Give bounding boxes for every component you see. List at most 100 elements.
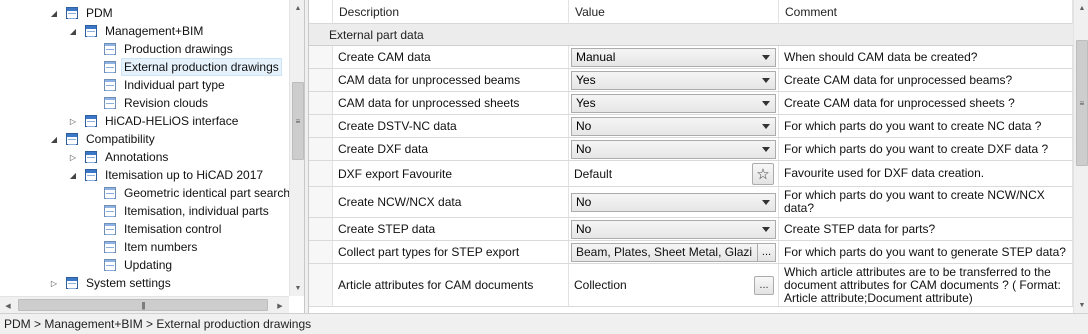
scroll-left-arrow-icon[interactable]: ◀ [0,297,16,313]
ellipsis-button[interactable]: ... [754,275,774,295]
tree-item[interactable]: Itemisation control [87,220,223,238]
collapse-arrow-icon[interactable]: ◢ [68,26,78,36]
row-stub [309,264,333,306]
column-header-comment[interactable]: Comment [779,0,1073,24]
property-value-cell[interactable]: Yes [569,92,779,114]
scrollbar-thumb[interactable]: ||| [18,299,268,311]
dropdown-selected-value: No [576,222,592,236]
tree-item[interactable]: ◢ Compatibility [49,130,157,148]
property-comment: Create CAM data for unprocessed beams? [779,69,1073,91]
property-row[interactable]: CAM data for unprocessed sheets Yes Create… [309,92,1073,115]
property-description: CAM data for unprocessed sheets [333,92,569,114]
row-stub [309,161,333,186]
value-dropdown[interactable]: Yes [571,70,776,90]
tree-item[interactable]: Production drawings [87,40,235,58]
tree-item-label: External production drawings [121,58,282,76]
property-row[interactable]: Create DXF data No For which parts do you … [309,138,1073,161]
dropdown-arrow-icon[interactable] [762,123,770,129]
dropdown-arrow-icon[interactable] [762,226,770,232]
scroll-up-arrow-icon[interactable]: ▲ [290,0,304,16]
grid-icon [104,61,116,73]
value-dropdown[interactable]: No [571,192,776,212]
property-comment: Which article attributes are to be trans… [779,264,1073,306]
table-icon [85,169,97,181]
group-header-external-part-data[interactable]: External part data [309,24,1073,46]
property-value-cell[interactable]: Beam, Plates, Sheet Metal, Glazi... [569,241,779,263]
tree-item[interactable]: ▷ System settings [49,274,173,292]
property-description: CAM data for unprocessed beams [333,69,569,91]
scroll-up-arrow-icon[interactable]: ▲ [1074,0,1088,16]
ellipsis-button[interactable]: ... [757,243,775,261]
dropdown-arrow-icon[interactable] [762,146,770,152]
row-stub [309,115,333,137]
tree-item-label: PDM [86,6,113,20]
table-icon [66,7,78,19]
tree-item[interactable]: Revision clouds [87,94,210,112]
scroll-right-arrow-icon[interactable]: ▶ [272,297,288,313]
property-value-cell[interactable]: No [569,138,779,160]
collapse-arrow-icon[interactable]: ◢ [49,8,59,18]
value-dropdown[interactable]: No [571,139,776,159]
dropdown-arrow-icon[interactable] [762,100,770,106]
grid-icon [104,187,116,199]
column-header-value[interactable]: Value [569,0,779,24]
property-row[interactable]: Collect part types for STEP export Beam, … [309,241,1073,264]
property-row[interactable]: Create STEP data No Create STEP data for p… [309,218,1073,241]
value-dropdown[interactable]: Yes [571,93,776,113]
property-value-cell[interactable]: No [569,187,779,217]
tree-horizontal-scrollbar[interactable]: ◀ ||| ▶ [0,296,289,313]
scroll-down-arrow-icon[interactable]: ▼ [1074,297,1088,313]
property-value-cell[interactable]: No [569,115,779,137]
favourite-star-icon[interactable]: ☆ [752,162,774,185]
scrollbar-thumb[interactable]: ≡ [292,82,304,160]
dropdown-selected-value: No [576,142,592,156]
property-description: Create DSTV-NC data [333,115,569,137]
tree-item[interactable]: Geometric identical part search [87,184,289,202]
grid-icon [104,223,116,235]
part-types-value: Beam, Plates, Sheet Metal, Glazi [576,245,753,259]
tree-item[interactable]: ◢ Itemisation up to HiCAD 2017 [68,166,265,184]
value-dropdown[interactable]: Manual [571,47,776,67]
tree-item[interactable]: ◢ PDM [49,4,115,22]
property-value-cell[interactable]: Default ☆ [569,161,779,186]
tree-item[interactable]: Individual part type [87,76,227,94]
property-row[interactable]: DXF export Favourite Default ☆ Favourite us… [309,161,1073,187]
property-row[interactable]: Article attributes for CAM documents Coll… [309,264,1073,307]
property-row[interactable]: Create CAM data Manual When should CAM dat… [309,46,1073,69]
dropdown-arrow-icon[interactable] [762,54,770,60]
expand-arrow-icon[interactable]: ▷ [68,152,78,162]
property-value-cell[interactable]: No [569,218,779,240]
tree-item[interactable]: External production drawings [87,58,282,76]
expand-arrow-icon[interactable]: ▷ [68,116,78,126]
tree-item[interactable]: ▷ Annotations [68,148,170,166]
value-dropdown[interactable]: No [571,116,776,136]
tree-item[interactable]: Itemisation, individual parts [87,202,271,220]
property-description: Article attributes for CAM documents [333,264,569,306]
value-dropdown[interactable]: No [571,219,776,239]
tree-vertical-scrollbar[interactable]: ▲ ≡ ▼ [289,0,304,296]
dropdown-arrow-icon[interactable] [762,199,770,205]
property-row[interactable]: Create NCW/NCX data No For which parts do … [309,187,1073,218]
collapse-arrow-icon[interactable]: ◢ [68,170,78,180]
property-row[interactable]: Create DSTV-NC data No For which parts do … [309,115,1073,138]
property-value-cell[interactable]: Yes [569,69,779,91]
property-value-cell[interactable]: Collection... [569,264,779,306]
property-row[interactable]: CAM data for unprocessed beams Yes Create … [309,69,1073,92]
column-header-description[interactable]: Description [333,0,569,24]
table-icon [66,277,78,289]
dropdown-arrow-icon[interactable] [762,77,770,83]
part-types-selector[interactable]: Beam, Plates, Sheet Metal, Glazi... [571,242,776,262]
tree-item[interactable]: ◢ Management+BIM [68,22,205,40]
tree-item-label: Geometric identical part search [124,186,289,200]
grid-vertical-scrollbar[interactable]: ▲ ≡ ▼ [1073,0,1088,313]
tree-item[interactable]: Updating [87,256,174,274]
scroll-down-arrow-icon[interactable]: ▼ [290,280,304,296]
property-description: Create CAM data [333,46,569,68]
expand-arrow-icon[interactable]: ▷ [49,278,59,288]
collapse-arrow-icon[interactable]: ◢ [49,134,59,144]
property-value-cell[interactable]: Manual [569,46,779,68]
tree-item[interactable]: Item numbers [87,238,199,256]
tree-item-label: Compatibility [86,132,155,146]
scrollbar-thumb[interactable]: ≡ [1076,40,1088,166]
tree-item[interactable]: ▷ HiCAD-HELiOS interface [68,112,240,130]
